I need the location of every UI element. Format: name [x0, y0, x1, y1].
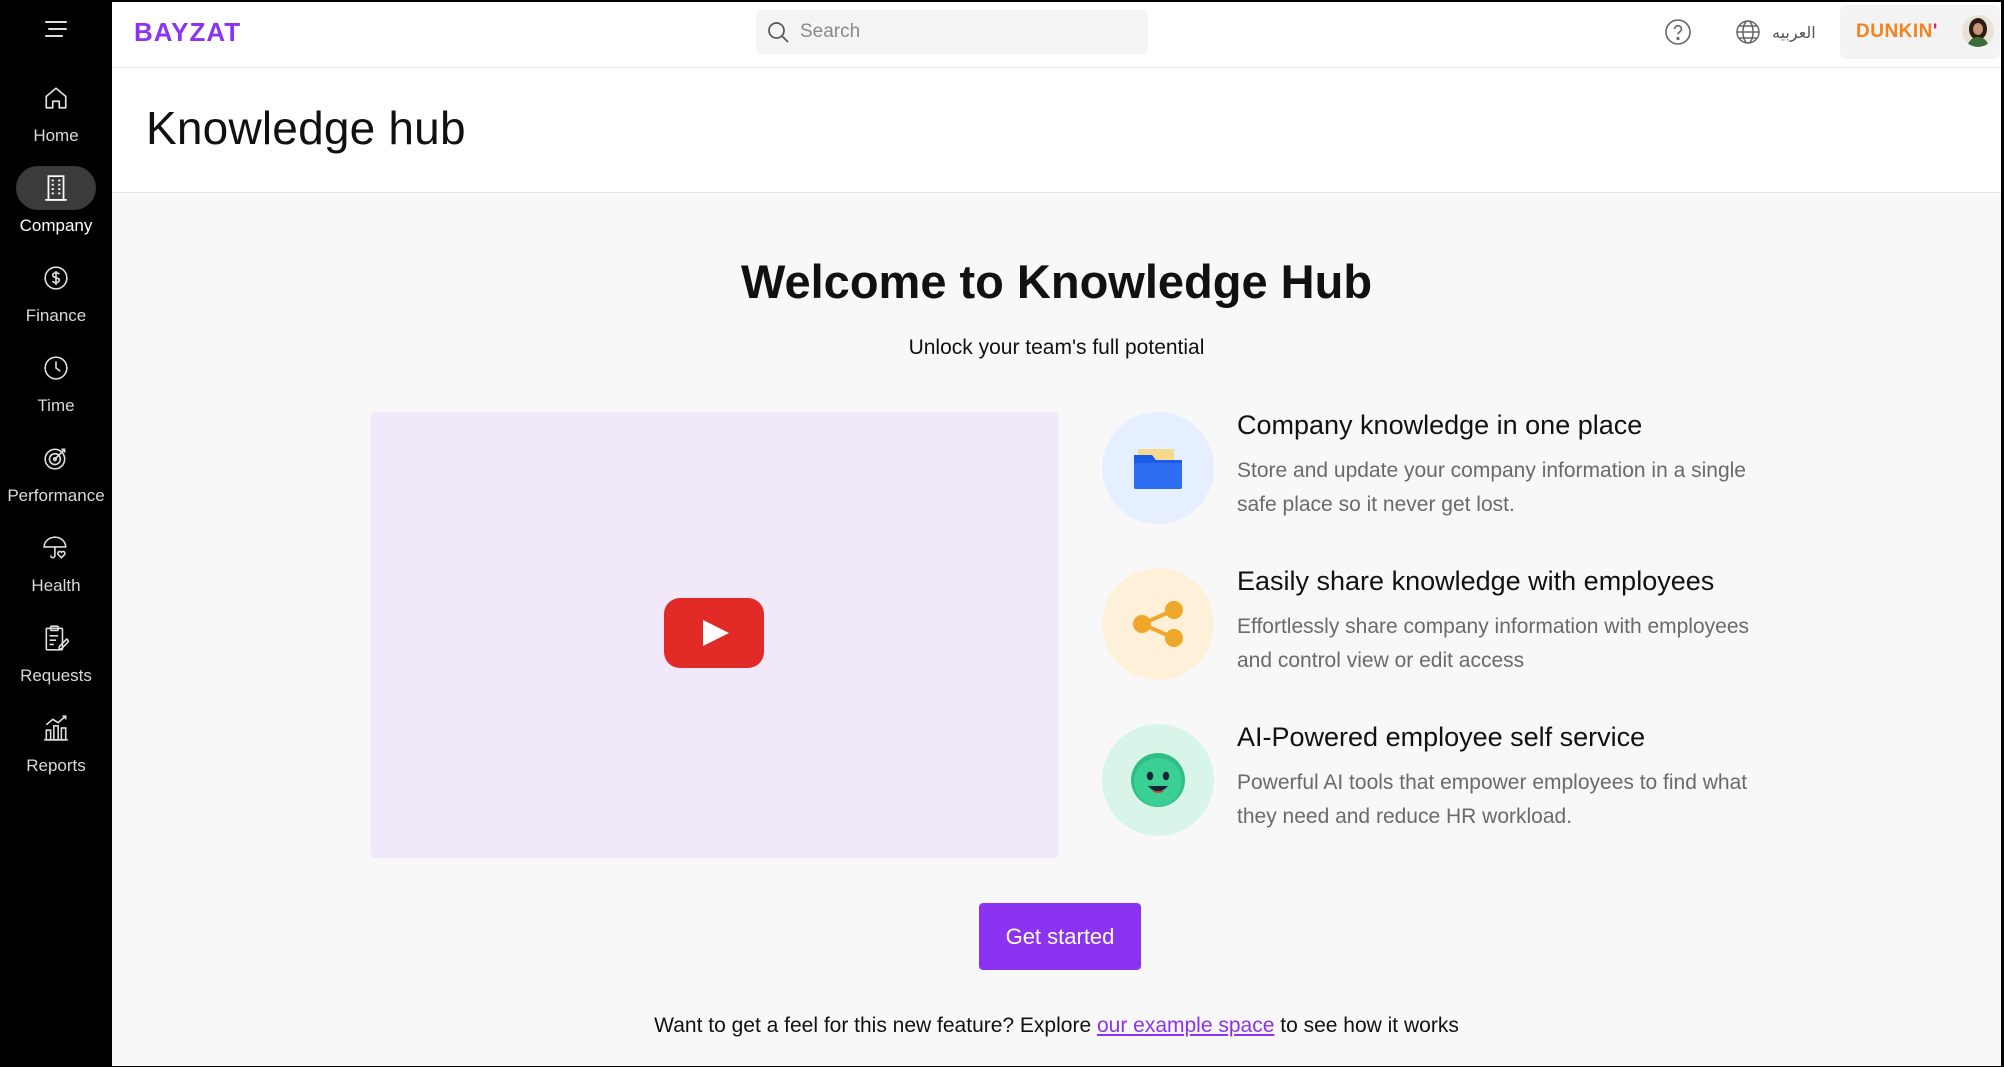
feature-circle — [1102, 568, 1214, 680]
feature-title: Company knowledge in one place — [1237, 410, 1643, 440]
language-label: العربيه — [1772, 22, 1816, 42]
play-icon[interactable] — [664, 598, 764, 668]
sidebar-item-performance[interactable]: Performance — [0, 436, 112, 516]
feature-item: AI-Powered employee self service Powerfu… — [1102, 722, 1822, 836]
sidebar-item-time[interactable]: Time — [0, 346, 112, 426]
search-bar[interactable] — [756, 10, 1148, 54]
sidebar-item-finance[interactable]: Finance — [0, 256, 112, 336]
feature-description: Store and update your company informatio… — [1237, 459, 1746, 516]
search-input[interactable] — [800, 21, 1120, 43]
globe-icon — [1736, 20, 1760, 44]
sidebar-item-label: Company — [19, 216, 93, 235]
sidebar-item-health[interactable]: Health — [0, 526, 112, 606]
example-space-link[interactable]: our example space — [1097, 1014, 1274, 1037]
welcome-subtitle: Unlock your team's full potential — [908, 336, 1205, 359]
sidebar-item-label: Home — [33, 126, 79, 145]
sidebar-item-reports[interactable]: Reports — [0, 706, 112, 786]
sidebar-item-label: Finance — [25, 306, 87, 325]
feature-item: Company knowledge in one place Store and… — [1102, 410, 1822, 524]
logo-text: BAYZAT — [134, 17, 241, 46]
footer-suffix: to see how it works — [1274, 1014, 1459, 1037]
page-header: Knowledge hub — [112, 69, 2001, 193]
feature-circle — [1102, 412, 1214, 524]
building-icon — [16, 166, 96, 210]
get-started-button[interactable]: Get started — [979, 903, 1141, 970]
feature-title: AI-Powered employee self service — [1237, 722, 1646, 752]
company-switcher[interactable]: DUNKIN' — [1840, 5, 2000, 59]
intro-video[interactable] — [371, 412, 1059, 858]
dollar-circle-icon — [16, 256, 96, 300]
umbrella-heart-icon — [16, 526, 96, 570]
avatar[interactable] — [1962, 15, 1994, 47]
share-icon — [1133, 601, 1183, 647]
sidebar-item-label: Requests — [20, 666, 92, 685]
clock-icon — [16, 346, 96, 390]
welcome-title: Welcome to Knowledge Hub — [740, 255, 1373, 308]
target-icon — [16, 436, 96, 480]
language-switch[interactable]: العربيه — [1734, 16, 1816, 48]
sidebar-item-requests[interactable]: Requests — [0, 616, 112, 696]
feature-title: Easily share knowledge with employees — [1237, 566, 1715, 596]
knowledge-hub-intro: Welcome to Knowledge Hub Unlock your tea… — [112, 194, 2001, 1066]
home-icon — [16, 76, 96, 120]
sidebar-item-company[interactable]: Company — [0, 166, 112, 246]
help-icon[interactable] — [1663, 17, 1693, 47]
folder-icon — [1134, 449, 1182, 489]
sidebar-item-label: Time — [37, 396, 75, 415]
page-title: Knowledge hub — [146, 102, 466, 154]
bar-chart-icon — [16, 706, 96, 750]
sidebar: Home Company Finance Time Performance He… — [0, 0, 112, 1067]
sidebar-item-label: Performance — [7, 486, 105, 505]
top-bar: BAYZAT العربيه DUNKIN' — [112, 2, 2001, 68]
clipboard-edit-icon — [16, 616, 96, 660]
feature-circle — [1102, 724, 1214, 836]
feature-description: Effortlessly share company information w… — [1237, 615, 1750, 672]
main-area: BAYZAT العربيه DUNKIN' Knowledge hub Wel… — [112, 0, 2004, 1067]
search-icon — [768, 22, 789, 43]
bayzat-logo[interactable]: BAYZAT — [134, 16, 244, 47]
sidebar-item-home[interactable]: Home — [0, 76, 112, 156]
sidebar-item-label: Reports — [26, 756, 86, 775]
sidebar-item-label: Health — [31, 576, 81, 595]
footer-prefix: Want to get a feel for this new feature?… — [654, 1014, 1097, 1037]
example-space-prompt: Want to get a feel for this new feature?… — [112, 1014, 2001, 1038]
menu-icon[interactable] — [42, 18, 70, 40]
feature-description: Powerful AI tools that empower employees… — [1237, 771, 1748, 828]
feature-item: Easily share knowledge with employees Ef… — [1102, 566, 1822, 680]
company-logo: DUNKIN' — [1856, 21, 1938, 42]
smiley-face-icon — [1131, 753, 1185, 807]
